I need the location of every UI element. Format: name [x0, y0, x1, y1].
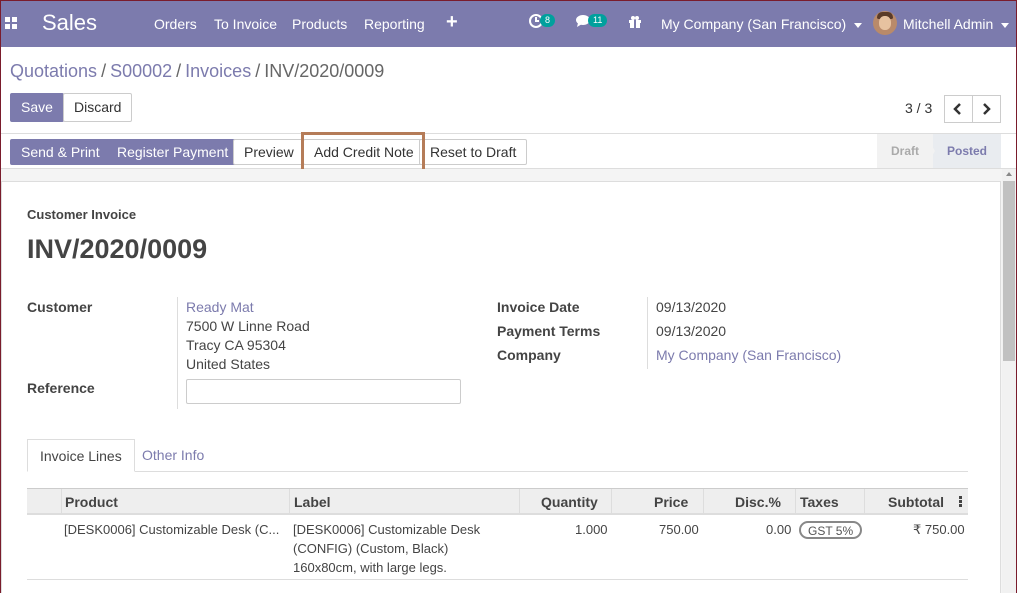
stage-posted[interactable]: Posted	[925, 134, 1001, 168]
user-menu[interactable]: Mitchell Admin	[903, 16, 1010, 32]
payment-terms-value[interactable]: 09/13/2020	[656, 323, 726, 339]
apps-grid-icon[interactable]	[5, 17, 17, 29]
column-price[interactable]: Price	[654, 494, 688, 510]
save-button[interactable]: Save	[10, 93, 64, 122]
customer-label: Customer	[27, 299, 93, 315]
preview-button[interactable]: Preview	[233, 139, 305, 165]
statusbar: Send & Print Register Payment Preview Ad…	[1, 133, 1016, 169]
chevron-down-icon	[854, 22, 863, 28]
scrollbar-thumb[interactable]	[1003, 181, 1015, 361]
user-name: Mitchell Admin	[903, 16, 994, 32]
column-taxes[interactable]: Taxes	[800, 494, 839, 510]
reference-label: Reference	[27, 380, 95, 396]
top-navbar: Sales Orders To Invoice Products Reporti…	[1, 1, 1016, 47]
chevron-down-icon	[1001, 22, 1010, 28]
gift-icon[interactable]	[628, 15, 642, 32]
messages-count-badge: 11	[588, 14, 608, 27]
row-product[interactable]: [DESK0006] Customizable Desk (C...	[64, 522, 289, 537]
menu-reporting[interactable]: Reporting	[364, 16, 425, 32]
invoice-date-label: Invoice Date	[497, 299, 580, 315]
company-switcher[interactable]: My Company (San Francisco)	[661, 16, 863, 32]
menu-to-invoice[interactable]: To Invoice	[214, 16, 277, 32]
register-payment-button[interactable]: Register Payment	[106, 139, 240, 165]
chevron-right-icon	[983, 103, 991, 115]
plus-icon[interactable]: +	[446, 11, 458, 34]
divider	[647, 297, 648, 369]
row-discount[interactable]: 0.00	[766, 522, 791, 537]
row-price[interactable]: 750.00	[659, 522, 699, 537]
column-product[interactable]: Product	[65, 494, 118, 510]
tab-invoice-lines[interactable]: Invoice Lines	[27, 439, 135, 472]
discard-button[interactable]: Discard	[63, 93, 133, 122]
column-options-icon[interactable]	[959, 496, 962, 507]
pager-previous-button[interactable]	[944, 95, 973, 123]
app-name: Sales	[42, 10, 98, 35]
company-label: Company	[497, 347, 561, 363]
customer-address-line: 7500 W Linne Road	[186, 318, 310, 334]
payment-terms-label: Payment Terms	[497, 323, 601, 339]
breadcrumb-invoices[interactable]: Invoices	[185, 61, 251, 81]
menu-products[interactable]: Products	[292, 16, 347, 32]
row-subtotal: ₹ 750.00	[913, 522, 965, 537]
row-label-line[interactable]: (CONFIG) (Custom, Black)	[293, 541, 448, 556]
table-header: Product Label Quantity Price Disc.% Taxe…	[27, 488, 968, 515]
breadcrumb: Quotations / S00002/Invoices / INV/2020/0009	[10, 61, 385, 81]
row-quantity[interactable]: 1.000	[575, 522, 608, 537]
customer-address-line: Tracy CA 95304	[186, 337, 286, 353]
activity-count-badge: 8	[540, 14, 556, 27]
column-quantity[interactable]: Quantity	[541, 494, 598, 510]
company-name: My Company (San Francisco)	[661, 16, 847, 32]
reset-to-draft-button[interactable]: Reset to Draft	[419, 139, 528, 165]
breadcrumb-current: INV/2020/0009	[264, 61, 385, 81]
breadcrumb-quotations[interactable]: Quotations	[10, 61, 97, 81]
pager-next-button[interactable]	[972, 95, 1001, 123]
chevron-left-icon	[953, 103, 961, 115]
tax-badge[interactable]: GST 5%	[799, 521, 863, 539]
avatar[interactable]	[873, 11, 897, 35]
pager-value: 3 / 3	[905, 100, 933, 116]
row-divider	[27, 579, 968, 580]
stage-arrow	[925, 134, 935, 168]
invoice-type: Customer Invoice	[27, 207, 137, 222]
invoice-date-value[interactable]: 09/13/2020	[656, 299, 726, 315]
column-subtotal[interactable]: Subtotal	[888, 494, 944, 510]
scroll-up-arrow-icon[interactable]	[1006, 172, 1012, 176]
customer-address-line: United States	[186, 356, 271, 372]
send-print-button[interactable]: Send & Print	[10, 139, 111, 165]
column-discount[interactable]: Disc.%	[735, 494, 781, 510]
divider	[177, 297, 178, 409]
tab-other-info[interactable]: Other Info	[130, 439, 216, 472]
customer-name-link[interactable]: Ready Mat	[186, 299, 254, 315]
invoice-number: INV/2020/0009	[27, 234, 208, 264]
company-link[interactable]: My Company (San Francisco)	[656, 347, 841, 363]
row-label-line[interactable]: [DESK0006] Customizable Desk	[293, 522, 480, 537]
column-label[interactable]: Label	[294, 494, 331, 510]
row-label-line[interactable]: 160x80cm, with large legs.	[293, 560, 447, 575]
breadcrumb-order[interactable]: S00002	[110, 61, 172, 81]
reference-input[interactable]	[186, 379, 461, 404]
menu-orders[interactable]: Orders	[154, 16, 197, 32]
